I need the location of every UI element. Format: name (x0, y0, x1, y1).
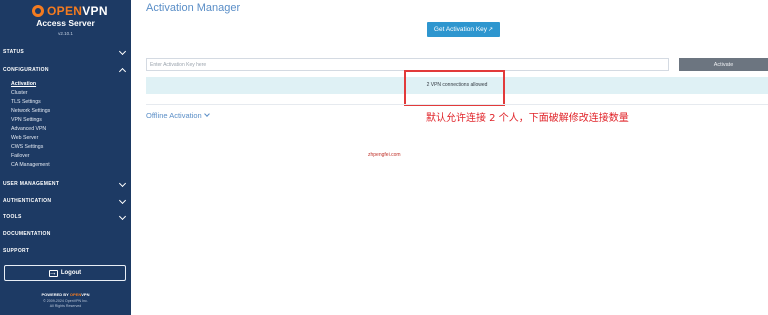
get-activation-key-button[interactable]: Get Activation Key ↗ (427, 22, 500, 37)
external-link-icon: ↗ (488, 27, 494, 33)
openvpn-logo-icon (32, 5, 44, 17)
sidebar-item-web-server[interactable]: Web Server (11, 134, 121, 143)
get-activation-key-label: Get Activation Key (433, 26, 488, 33)
brand-name-open: OPEN (47, 4, 83, 18)
chevron-down-icon (118, 196, 127, 204)
app-window: OPENVPN Access Server v2.10.1 STATUS CON… (0, 0, 768, 315)
brand-name: OPENVPN (47, 4, 108, 18)
nav-configuration[interactable]: CONFIGURATION (0, 64, 131, 76)
sidebar-item-vpn-settings[interactable]: VPN Settings (11, 116, 121, 125)
brand-subtitle: Access Server (36, 18, 95, 28)
sidebar-item-network-settings[interactable]: Network Settings (11, 107, 121, 116)
chevron-down-icon (118, 179, 127, 187)
brand-logo: OPENVPN (32, 4, 108, 18)
nav-documentation[interactable]: DOCUMENTATION (0, 228, 131, 240)
nav-documentation-label: DOCUMENTATION (3, 231, 51, 237)
powered-by: POWERED BY OPENVPN (0, 292, 131, 297)
powered-by-vpn: VPN (81, 292, 90, 297)
nav-support[interactable]: SUPPORT (0, 245, 131, 257)
brand-header: OPENVPN Access Server v2.10.1 (0, 0, 131, 40)
offline-activation-toggle[interactable]: Offline Activation (146, 111, 210, 120)
rights-text: All Rights Reserved (49, 304, 82, 308)
page-title: Activation Manager (146, 2, 241, 14)
sidebar-item-ca-management[interactable]: CA Management (11, 161, 121, 170)
offline-activation-label: Offline Activation (146, 111, 202, 120)
chevron-down-icon (203, 111, 210, 117)
brand-name-vpn: VPN (82, 4, 108, 18)
activate-button[interactable]: Activate (679, 58, 768, 71)
nav-status-label: STATUS (3, 49, 25, 55)
nav-authentication-label: AUTHENTICATION (3, 198, 52, 204)
sidebar: OPENVPN Access Server v2.10.1 STATUS CON… (0, 0, 131, 315)
version-label: v2.10.1 (58, 31, 73, 36)
sidebar-item-advanced-vpn[interactable]: Advanced VPN (11, 125, 121, 134)
powered-by-prefix: POWERED BY (41, 292, 69, 297)
chevron-up-icon (118, 67, 127, 75)
powered-by-open: OPEN (69, 292, 82, 297)
sidebar-item-cluster[interactable]: Cluster (11, 89, 121, 98)
nav-tools[interactable]: TOOLS (0, 211, 131, 223)
chevron-down-icon (118, 212, 127, 220)
logout-button[interactable]: Logout (4, 265, 126, 281)
nav-status[interactable]: STATUS (0, 46, 131, 58)
sidebar-item-tls-settings[interactable]: TLS Settings (11, 98, 121, 107)
chevron-down-icon (118, 47, 127, 55)
configuration-submenu: Activation Cluster TLS Settings Network … (11, 80, 121, 170)
annotation-text: 默认允许连接 2 个人，下面破解修改连接数量 (426, 113, 629, 124)
nav-configuration-label: CONFIGURATION (3, 67, 49, 73)
sidebar-item-cws-settings[interactable]: CWS Settings (11, 143, 121, 152)
nav-user-management[interactable]: USER MANAGEMENT (0, 178, 131, 190)
nav-tools-label: TOOLS (3, 214, 22, 220)
copyright-text: © 2009-2024 OpenVPN Inc. (43, 299, 88, 303)
watermark-text: zhpengfei.com (368, 152, 401, 158)
divider (146, 104, 768, 105)
nav-authentication[interactable]: AUTHENTICATION (0, 195, 131, 207)
logout-label: Logout (60, 270, 82, 276)
sidebar-item-activation[interactable]: Activation (11, 80, 121, 89)
logout-icon (48, 267, 58, 279)
highlight-box (404, 70, 505, 106)
nav-support-label: SUPPORT (3, 248, 30, 254)
sidebar-item-failover[interactable]: Failover (11, 152, 121, 161)
nav-user-management-label: USER MANAGEMENT (3, 181, 60, 187)
